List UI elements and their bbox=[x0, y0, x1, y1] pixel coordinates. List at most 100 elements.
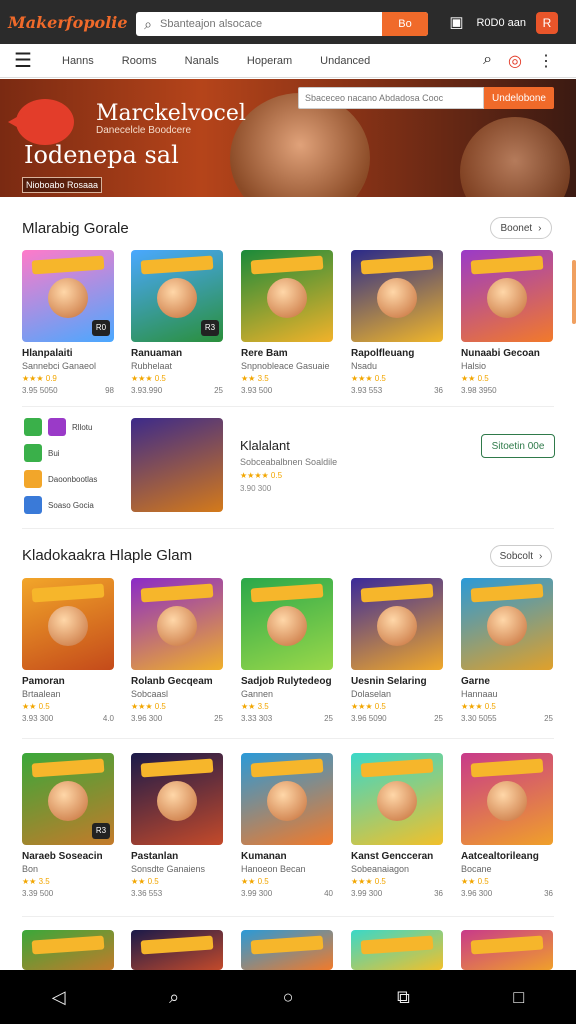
game-thumbnail[interactable] bbox=[461, 930, 553, 970]
app-logo[interactable]: Makerfopolie bbox=[8, 13, 130, 32]
see-all-button-1[interactable]: Boonet › bbox=[490, 217, 552, 239]
game-name[interactable]: Naraeb Soseacin bbox=[22, 851, 114, 862]
mini-app-item[interactable]: Daoonbootlas bbox=[24, 470, 124, 488]
game-thumbnail[interactable] bbox=[461, 250, 553, 342]
game-thumbnail[interactable] bbox=[241, 930, 333, 970]
game-thumbnail[interactable]: R3 bbox=[22, 753, 114, 845]
tab-hoperam[interactable]: Hoperam bbox=[247, 55, 292, 67]
game-name[interactable]: Uesnin Selaring bbox=[351, 676, 443, 687]
game-name[interactable]: Nunaabi Gecoan bbox=[461, 348, 553, 359]
game-thumbnail[interactable] bbox=[131, 753, 223, 845]
game-card[interactable]: Aatcealtorileang Bocane ★★ 0.5 3.96 300 36 bbox=[461, 753, 553, 898]
game-thumbnail[interactable]: R3 bbox=[131, 250, 223, 342]
game-price: 3.36 553 bbox=[131, 889, 163, 898]
featured-game-name[interactable]: Klalalant bbox=[240, 438, 337, 453]
game-name[interactable]: Rolanb Gecqeam bbox=[131, 676, 223, 687]
game-card[interactable]: Garne Hannaau ★★★ 0.5 3.30 5055 25 bbox=[461, 578, 553, 723]
game-card[interactable]: R0 Hlanpalaiti Sannebci Ganaeol ★★★ 0.9 3.95… bbox=[22, 250, 114, 395]
game-name[interactable]: Kumanan bbox=[241, 851, 333, 862]
game-thumbnail[interactable] bbox=[241, 250, 333, 342]
game-thumbnail[interactable] bbox=[461, 578, 553, 670]
game-thumbnail[interactable] bbox=[461, 753, 553, 845]
tab-hanns[interactable]: Hanns bbox=[62, 55, 94, 67]
game-name[interactable]: Rapolfleuang bbox=[351, 348, 443, 359]
game-thumbnail[interactable]: R0 bbox=[22, 250, 114, 342]
cart-icon[interactable]: R bbox=[536, 12, 558, 34]
featured-game-image[interactable] bbox=[131, 418, 223, 512]
game-thumbnail[interactable] bbox=[241, 753, 333, 845]
assistant-icon[interactable]: ⌕ bbox=[169, 987, 179, 1008]
game-thumbnail[interactable] bbox=[22, 578, 114, 670]
hero-cta-button[interactable]: Nioboabo Rosaaa bbox=[22, 177, 102, 193]
game-card[interactable]: Pastanlan Sonsdte Ganaiens ★★ 0.5 3.36 553 bbox=[131, 753, 223, 898]
tab-nanals[interactable]: Nanals bbox=[185, 55, 219, 67]
search-input[interactable] bbox=[160, 18, 382, 30]
hero-search-button[interactable]: Undelobone bbox=[484, 87, 554, 109]
game-thumbnail[interactable] bbox=[131, 578, 223, 670]
game-name[interactable]: Ranuaman bbox=[131, 348, 223, 359]
game-thumbnail[interactable] bbox=[351, 578, 443, 670]
game-thumbnail[interactable] bbox=[351, 930, 443, 970]
recents-icon[interactable]: ⧉ bbox=[397, 987, 410, 1008]
game-character bbox=[267, 278, 307, 318]
game-card[interactable]: Nunaabi Gecoan Halsio ★★ 0.5 3.98 3950 bbox=[461, 250, 553, 395]
game-name[interactable]: Garne bbox=[461, 676, 553, 687]
game-logo-banner bbox=[360, 583, 434, 603]
game-price-row: 3.99 300 36 bbox=[351, 889, 443, 898]
hero-search-input[interactable] bbox=[298, 87, 484, 109]
game-developer: Hanoeon Becan bbox=[241, 864, 306, 874]
notification-icon[interactable]: ◎ bbox=[508, 51, 522, 71]
tab-undanced[interactable]: Undanced bbox=[320, 55, 370, 67]
game-developer: Halsio bbox=[461, 361, 487, 371]
home-icon[interactable]: ○ bbox=[283, 987, 294, 1008]
game-name[interactable]: Pastanlan bbox=[131, 851, 223, 862]
game-thumbnail[interactable] bbox=[131, 930, 223, 970]
game-price: 3.33 303 bbox=[241, 714, 273, 723]
hero-banner[interactable]: Marckelvocel Danecelcle Boodcere Iodenep… bbox=[0, 79, 576, 197]
account-label[interactable]: R0D0 aan bbox=[476, 17, 526, 29]
game-card[interactable]: Uesnin Selaring Dolaselan ★★★ 0.5 3.96 5090… bbox=[351, 578, 443, 723]
game-card[interactable]: Sadjob Rulytedeog Gannen ★★ 3.5 3.33 303 25 bbox=[241, 578, 333, 723]
game-thumbnail[interactable] bbox=[351, 753, 443, 845]
game-card[interactable]: Kumanan Hanoeon Becan ★★ 0.5 3.99 300 40 bbox=[241, 753, 333, 898]
game-thumbnail[interactable] bbox=[241, 578, 333, 670]
mini-app-item[interactable]: Bui bbox=[24, 444, 124, 462]
mini-app-item[interactable]: Soaso Gocia bbox=[24, 496, 124, 514]
bag-icon[interactable]: ▣ bbox=[446, 13, 466, 33]
game-name[interactable]: Kanst Gencceran bbox=[351, 851, 443, 862]
game-card[interactable]: Kanst Gencceran Sobeanaiagon ★★★ 0.5 3.99 3… bbox=[351, 753, 443, 898]
back-icon[interactable]: ◁ bbox=[52, 987, 66, 1008]
mini-app-item[interactable]: Rllotu bbox=[24, 418, 124, 436]
search-icon[interactable]: ⌕ bbox=[483, 51, 492, 71]
game-card[interactable]: Rere Bam Snpnobleace Gasuaie ★★ 3.5 3.93 50… bbox=[241, 250, 333, 395]
menu-icon[interactable]: ☰ bbox=[14, 48, 62, 73]
game-rating: ★★★ 0.5 bbox=[351, 702, 386, 711]
game-card[interactable] bbox=[131, 930, 223, 970]
game-card[interactable]: R3 Naraeb Soseacin Bon ★★ 3.5 3.39 500 bbox=[22, 753, 114, 898]
game-card[interactable]: R3 Ranuaman Rubhelaat ★★★ 0.5 3.93.990 25 bbox=[131, 250, 223, 395]
game-price: 3.99 300 bbox=[241, 889, 273, 898]
game-card[interactable] bbox=[22, 930, 114, 970]
square-icon[interactable]: □ bbox=[513, 987, 524, 1008]
game-thumbnail[interactable] bbox=[351, 250, 443, 342]
game-name[interactable]: Hlanpalaiti bbox=[22, 348, 114, 359]
game-card[interactable] bbox=[461, 930, 553, 970]
game-card[interactable]: Pamoran Brtaalean ★★ 0.5 3.93 300 4.0 bbox=[22, 578, 114, 723]
featured-get-button[interactable]: Sitoetin 00e bbox=[481, 434, 555, 458]
tab-rooms[interactable]: Rooms bbox=[122, 55, 157, 67]
game-logo-banner bbox=[140, 758, 214, 778]
game-name[interactable]: Rere Bam bbox=[241, 348, 333, 359]
game-card[interactable] bbox=[241, 930, 333, 970]
game-name[interactable]: Aatcealtorileang bbox=[461, 851, 553, 862]
game-name[interactable]: Sadjob Rulytedeog bbox=[241, 676, 333, 687]
game-card[interactable]: Rapolfleuang Nsadu ★★★ 0.5 3.93 553 36 bbox=[351, 250, 443, 395]
more-icon[interactable]: ⋮ bbox=[538, 51, 554, 71]
scroll-indicator[interactable] bbox=[572, 260, 576, 324]
search-button[interactable]: Bo bbox=[382, 12, 428, 36]
game-name[interactable]: Pamoran bbox=[22, 676, 114, 687]
game-card[interactable]: Rolanb Gecqeam Sobcaasl ★★★ 0.5 3.96 300 25 bbox=[131, 578, 223, 723]
game-thumbnail[interactable] bbox=[22, 930, 114, 970]
game-card[interactable] bbox=[351, 930, 443, 970]
game-logo-banner bbox=[31, 758, 105, 778]
see-all-button-2[interactable]: Sobcolt › bbox=[490, 545, 552, 567]
